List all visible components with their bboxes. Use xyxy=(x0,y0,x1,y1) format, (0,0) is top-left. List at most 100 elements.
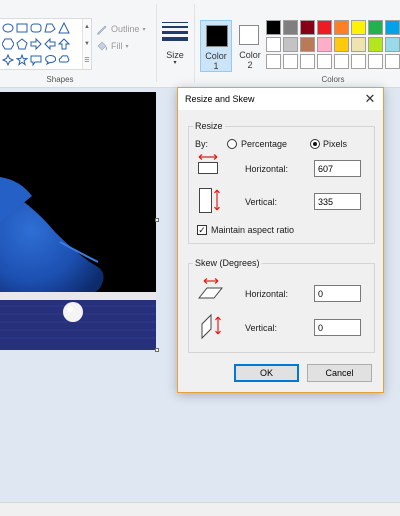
resize-group: Resize By: Percentage Pixels Horizontal:… xyxy=(188,121,375,244)
callout-cloud-shape-icon[interactable] xyxy=(58,54,70,66)
ribbon: ▲ ▼ ☰ Outline ▾ Fill ▾ Shapes Size ▾ Col… xyxy=(0,0,400,88)
five-point-star-shape-icon[interactable] xyxy=(16,54,28,66)
skew-group-title: Skew (Degrees) xyxy=(193,258,262,268)
maintain-aspect-label[interactable]: Maintain aspect ratio xyxy=(211,225,294,235)
horizontal-skew-icon xyxy=(198,278,224,299)
ribbon-separator xyxy=(194,4,195,82)
color-palette xyxy=(266,20,400,69)
color-1-label-line1: Color xyxy=(205,51,227,61)
palette-swatch[interactable] xyxy=(351,54,366,69)
shapes-row-2 xyxy=(2,38,70,51)
hexagon-shape-icon[interactable] xyxy=(2,38,14,50)
outline-chevron-icon: ▾ xyxy=(142,26,146,33)
palette-swatch[interactable] xyxy=(317,54,332,69)
palette-swatch[interactable] xyxy=(385,20,400,35)
scroll-down-icon[interactable]: ▼ xyxy=(84,36,90,53)
color-1-label-line2: 1 xyxy=(213,61,219,71)
palette-swatch[interactable] xyxy=(300,20,315,35)
size-button[interactable]: Size ▾ xyxy=(160,18,190,76)
palette-swatch[interactable] xyxy=(351,37,366,52)
shapes-gallery-scroll[interactable]: ▲ ▼ ☰ xyxy=(82,19,91,69)
oval-shape-icon[interactable] xyxy=(2,22,14,34)
palette-swatch[interactable] xyxy=(334,37,349,52)
pentagon-shape-icon[interactable] xyxy=(16,38,28,50)
resize-group-title: Resize xyxy=(193,121,225,131)
palette-swatch[interactable] xyxy=(283,37,298,52)
line-width-icon xyxy=(162,22,188,44)
color-2-swatch xyxy=(239,25,259,45)
colors-group-label: Colors xyxy=(321,75,345,84)
resize-vertical-label: Vertical: xyxy=(245,197,278,207)
skew-group: Skew (Degrees) Horizontal: Vertical: xyxy=(188,258,375,353)
callout-oval-shape-icon[interactable] xyxy=(44,54,56,66)
palette-swatch[interactable] xyxy=(266,54,281,69)
palette-swatch[interactable] xyxy=(334,20,349,35)
palette-swatch[interactable] xyxy=(368,54,383,69)
palette-swatch[interactable] xyxy=(317,37,332,52)
triangle-shape-icon[interactable] xyxy=(58,22,70,34)
cancel-button[interactable]: Cancel xyxy=(307,364,372,382)
palette-swatch[interactable] xyxy=(368,20,383,35)
shapes-gallery[interactable]: ▲ ▼ ☰ xyxy=(0,18,92,70)
palette-swatch[interactable] xyxy=(300,54,315,69)
color-2-label: Color 2 xyxy=(236,50,264,70)
status-bar xyxy=(0,502,400,516)
palette-swatch[interactable] xyxy=(351,20,366,35)
color-1-button[interactable]: Color 1 xyxy=(200,20,232,72)
color-2-label-line2: 2 xyxy=(247,60,253,70)
palette-swatch[interactable] xyxy=(266,37,281,52)
fill-chevron-icon: ▾ xyxy=(125,43,129,50)
left-arrow-shape-icon[interactable] xyxy=(44,38,56,50)
fill-dropdown[interactable]: Fill ▾ xyxy=(96,39,129,53)
palette-swatch[interactable] xyxy=(385,54,400,69)
rounded-rectangle-shape-icon[interactable] xyxy=(30,22,42,34)
skew-horizontal-label: Horizontal: xyxy=(245,289,289,299)
shapes-row-1 xyxy=(2,22,70,35)
vertical-resize-icon xyxy=(199,188,220,213)
scroll-up-icon[interactable]: ▲ xyxy=(84,19,90,36)
rectangle-shape-icon[interactable] xyxy=(16,22,28,34)
resize-horizontal-input[interactable] xyxy=(314,160,361,177)
color-2-label-line1: Color xyxy=(239,50,261,60)
palette-swatch[interactable] xyxy=(283,54,298,69)
right-arrow-shape-icon[interactable] xyxy=(30,38,42,50)
dialog-titlebar[interactable]: Resize and Skew ✕ xyxy=(178,88,383,110)
four-point-star-shape-icon[interactable] xyxy=(2,54,14,66)
shapes-row-3 xyxy=(2,54,70,67)
palette-swatch[interactable] xyxy=(334,54,349,69)
more-shapes-icon[interactable]: ☰ xyxy=(84,52,89,69)
palette-swatch[interactable] xyxy=(317,20,332,35)
skew-horizontal-input[interactable] xyxy=(314,285,361,302)
palette-swatch[interactable] xyxy=(283,20,298,35)
skew-vertical-label: Vertical: xyxy=(245,323,278,333)
up-arrow-shape-icon[interactable] xyxy=(58,38,70,50)
resize-handle-right[interactable] xyxy=(155,218,159,222)
vertical-skew-icon xyxy=(201,313,221,340)
resize-vertical-input[interactable] xyxy=(314,193,361,210)
fill-label: Fill xyxy=(111,41,123,51)
table-tennis-photo xyxy=(0,92,156,350)
palette-swatch[interactable] xyxy=(368,37,383,52)
callout-rectangle-shape-icon[interactable] xyxy=(30,54,42,66)
close-icon[interactable]: ✕ xyxy=(361,90,379,108)
palette-swatch[interactable] xyxy=(300,37,315,52)
polygon-shape-icon[interactable] xyxy=(44,22,56,34)
percentage-radio[interactable] xyxy=(227,139,237,149)
canvas-image[interactable] xyxy=(0,92,156,350)
palette-swatch[interactable] xyxy=(266,20,281,35)
color-2-button[interactable]: Color 2 xyxy=(236,20,264,72)
outline-dropdown[interactable]: Outline ▾ xyxy=(96,22,146,36)
outline-label: Outline xyxy=(111,24,140,34)
maintain-aspect-checkbox[interactable]: ✓ xyxy=(197,225,207,235)
skew-vertical-input[interactable] xyxy=(314,319,361,336)
outline-brush-icon xyxy=(97,25,107,35)
size-chevron-icon: ▾ xyxy=(173,60,177,66)
pixels-radio[interactable] xyxy=(310,139,320,149)
ribbon-separator xyxy=(156,4,157,82)
ok-button[interactable]: OK xyxy=(234,364,299,382)
palette-swatch[interactable] xyxy=(385,37,400,52)
resize-handle-corner[interactable] xyxy=(155,348,159,352)
percentage-label[interactable]: Percentage xyxy=(241,139,287,149)
horizontal-resize-icon xyxy=(198,154,218,174)
pixels-label[interactable]: Pixels xyxy=(323,139,347,149)
